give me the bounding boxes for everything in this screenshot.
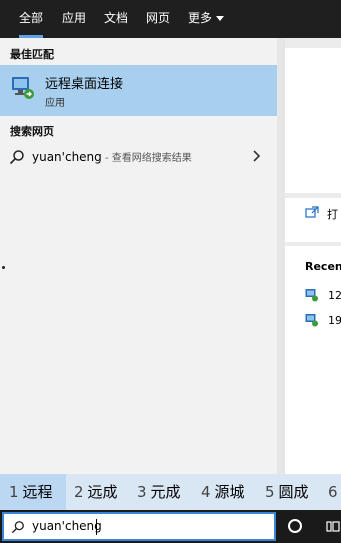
recent-section: Recent 12 19 [285,246,341,474]
open-icon [305,206,319,218]
best-match-subtitle: 应用 [45,98,65,109]
best-match-title: 远程桌面连接 [45,77,124,92]
remote-desktop-icon [12,77,34,99]
best-match-heading: 最佳匹配 [10,48,54,61]
preview-header-card [285,48,341,193]
text-caret [96,519,97,535]
ime-candidate-text: 远成 [87,483,118,501]
taskbar-search-box[interactable]: yuan'cheng [2,512,276,541]
ime-candidate-number: 1 [9,483,19,501]
ime-candidate-3[interactable]: 3 元成 [137,474,181,510]
ime-candidate-number: 2 [74,483,84,501]
ime-candidate-5[interactable]: 5 圆成 [265,474,309,510]
scrollbar[interactable] [277,38,285,474]
tab-apps[interactable]: 应用 [62,0,86,38]
tab-all-label: 全部 [19,11,44,25]
preview-panel: 打 Recent 12 19 [285,38,341,474]
chevron-right-icon[interactable] [252,149,262,163]
search-input[interactable]: yuan'cheng [32,519,102,533]
tab-more[interactable]: 更多 [188,0,225,38]
web-search-result[interactable]: yuan'cheng - 查看网络搜索结果 [0,143,277,171]
search-icon [11,521,24,534]
task-view-icon[interactable] [326,520,340,533]
web-search-heading: 搜索网页 [10,125,54,138]
tab-web-label: 网页 [146,11,171,25]
recent-item-label: 12 [328,289,341,302]
web-search-query: yuan'cheng [32,150,102,164]
ime-candidate-2[interactable]: 2 远成 [74,474,118,510]
remote-desktop-icon [305,314,318,327]
ime-candidate-number: 3 [137,483,147,501]
tab-apps-label: 应用 [62,11,87,25]
search-scope-tabs: 全部 应用 文档 网页 更多 [0,0,341,38]
ime-candidate-1[interactable]: 1 远程 [0,474,66,510]
ime-candidate-number: 5 [265,483,275,501]
edge-marker [2,266,5,269]
cortana-icon[interactable] [288,519,302,533]
web-search-hint: - 查看网络搜索结果 [101,153,192,164]
tab-documents[interactable]: 文档 [104,0,128,38]
ime-candidate-text: 源城 [214,483,245,501]
recent-item-label: 19 [328,314,341,327]
ime-candidate-6[interactable]: 6 [328,474,341,510]
tab-more-label: 更多 [188,11,213,25]
recent-heading: Recent [305,260,341,273]
ime-candidate-number: 4 [201,483,211,501]
best-match-result[interactable]: 远程桌面连接 应用 [0,65,277,116]
open-action-label: 打 [327,208,338,221]
remote-desktop-icon [305,289,318,302]
tab-all[interactable]: 全部 [19,0,44,38]
ime-candidate-text: 远程 [22,483,53,501]
chevron-down-icon [216,16,225,21]
recent-item[interactable]: 12 [305,288,341,304]
search-icon [9,150,24,165]
tab-web[interactable]: 网页 [146,0,170,38]
taskbar: yuan'cheng [0,510,341,543]
results-panel: 最佳匹配 远程桌面连接 应用 搜索网页 yuan'cheng - 查看网络搜索结… [0,38,285,474]
ime-candidate-text: 圆成 [278,483,309,501]
open-action[interactable]: 打 [285,198,341,242]
ime-candidate-text: 元成 [150,483,181,501]
ime-candidate-number: 6 [328,483,338,501]
tab-documents-label: 文档 [104,11,129,25]
ime-candidate-4[interactable]: 4 源城 [201,474,245,510]
ime-candidate-bar: 1 远程 2 远成 3 元成 4 源城 5 圆成 6 [0,474,341,510]
recent-item[interactable]: 19 [305,313,341,329]
